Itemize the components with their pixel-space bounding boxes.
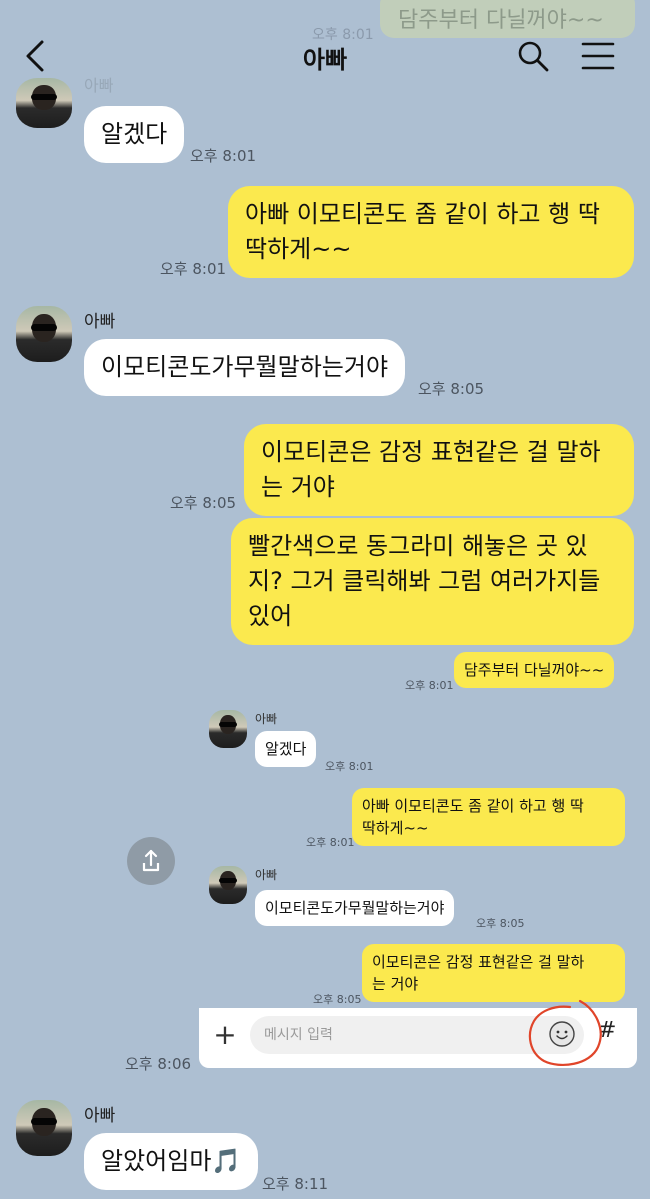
red-annotation-circle bbox=[528, 999, 602, 1067]
screenshot-bubble-sent: 아빠 이모티콘도 좀 같이 하고 행 딱 딱하게~~ bbox=[352, 788, 625, 846]
message-time: 오후 8:05 bbox=[418, 380, 485, 398]
search-icon[interactable] bbox=[515, 38, 551, 74]
screenshot-time: 오후 8:01 bbox=[306, 836, 355, 849]
sender-name: 아빠 bbox=[84, 312, 116, 332]
screenshot-text: 담주부터 다닐꺼야~~ bbox=[464, 661, 605, 679]
message-text: 알았어임마🎵 bbox=[101, 1147, 242, 1175]
screenshot-bubble-sent: 이모티콘은 감정 표현같은 걸 말하 는 거야 bbox=[362, 944, 625, 1002]
screenshot-time: 오후 8:05 bbox=[476, 917, 525, 930]
screenshot-text: 이모티콘은 감정 표현같은 걸 말하 bbox=[372, 953, 585, 971]
share-button[interactable] bbox=[127, 837, 175, 885]
screenshot-sender-name: 아빠 bbox=[255, 712, 278, 726]
message-bubble-received: 알았어임마🎵 bbox=[84, 1133, 259, 1190]
screenshot-time: 오후 8:05 bbox=[313, 993, 362, 1006]
screenshot-time: 오후 8:01 bbox=[325, 760, 374, 773]
screenshot-text: 이모티콘도가무뭘말하는거야 bbox=[265, 899, 445, 917]
message-time: 오후 8:01 bbox=[190, 147, 257, 165]
message-line: 이모티콘은 감정 표현같은 걸 말하 bbox=[261, 438, 601, 466]
screenshot-sender-name: 아빠 bbox=[255, 868, 278, 882]
chat-title: 아빠 bbox=[302, 46, 348, 74]
avatar[interactable] bbox=[16, 1100, 72, 1156]
message-bubble-received: 알겠다 bbox=[84, 106, 185, 163]
message-text: 알겠다 bbox=[101, 120, 168, 148]
hamburger-menu-icon[interactable] bbox=[580, 40, 616, 72]
message-bubble-sent: 이모티콘은 감정 표현같은 걸 말하 는 거야 bbox=[244, 424, 634, 516]
screenshot-time: 오후 8:01 bbox=[405, 679, 454, 692]
screenshot-text: 딱하게~~ bbox=[362, 819, 429, 837]
message-time: 오후 8:01 bbox=[160, 260, 227, 278]
message-line: 는 거야 bbox=[261, 473, 335, 501]
message-time: 오후 8:05 bbox=[170, 494, 237, 512]
message-bubble-sent: 아빠 이모티콘도 좀 같이 하고 행 딱 딱하게~~ bbox=[228, 186, 634, 278]
screenshot-bubble-received: 이모티콘도가무뭘말하는거야 bbox=[255, 890, 455, 926]
screenshot-avatar bbox=[209, 866, 247, 904]
attach-plus-button[interactable]: + bbox=[210, 1020, 240, 1050]
message-text: 이모티콘도가무뭘말하는거야 bbox=[101, 353, 389, 381]
screenshot-avatar bbox=[209, 710, 247, 748]
message-line: 있어 bbox=[248, 602, 293, 630]
screenshot-bubble-received: 알겠다 bbox=[255, 731, 317, 767]
message-line: 빨간색으로 동그라미 해놓은 곳 있 bbox=[248, 532, 588, 560]
sender-name: 아빠 bbox=[84, 1106, 116, 1126]
message-line: 지? 그거 클릭해봐 그럼 여러가지들 bbox=[248, 567, 601, 595]
message-bubble-received: 이모티콘도가무뭘말하는거야 bbox=[84, 339, 406, 396]
screenshot-text: 알겠다 bbox=[265, 740, 307, 758]
avatar[interactable] bbox=[16, 306, 72, 362]
screenshot-text: 아빠 이모티콘도 좀 같이 하고 행 딱 bbox=[362, 797, 584, 815]
message-time: 오후 8:11 bbox=[262, 1175, 329, 1193]
avatar[interactable] bbox=[16, 78, 72, 128]
message-bubble-sent: 빨간색으로 동그라미 해놓은 곳 있 지? 그거 클릭해봐 그럼 여러가지들 있… bbox=[231, 518, 634, 645]
message-line: 아빠 이모티콘도 좀 같이 하고 행 딱 bbox=[245, 200, 600, 228]
partial-sender-name: 아빠 bbox=[84, 76, 114, 95]
message-line: 딱하게~~ bbox=[245, 235, 352, 263]
screenshot-text: 는 거야 bbox=[372, 975, 419, 993]
share-icon bbox=[142, 849, 160, 872]
screenshot-bubble-sent: 담주부터 다닐꺼야~~ bbox=[454, 652, 615, 688]
partial-message-text: 담주부터 다닐꺼야~~ bbox=[398, 8, 604, 33]
message-time: 오후 8:06 bbox=[125, 1055, 192, 1073]
